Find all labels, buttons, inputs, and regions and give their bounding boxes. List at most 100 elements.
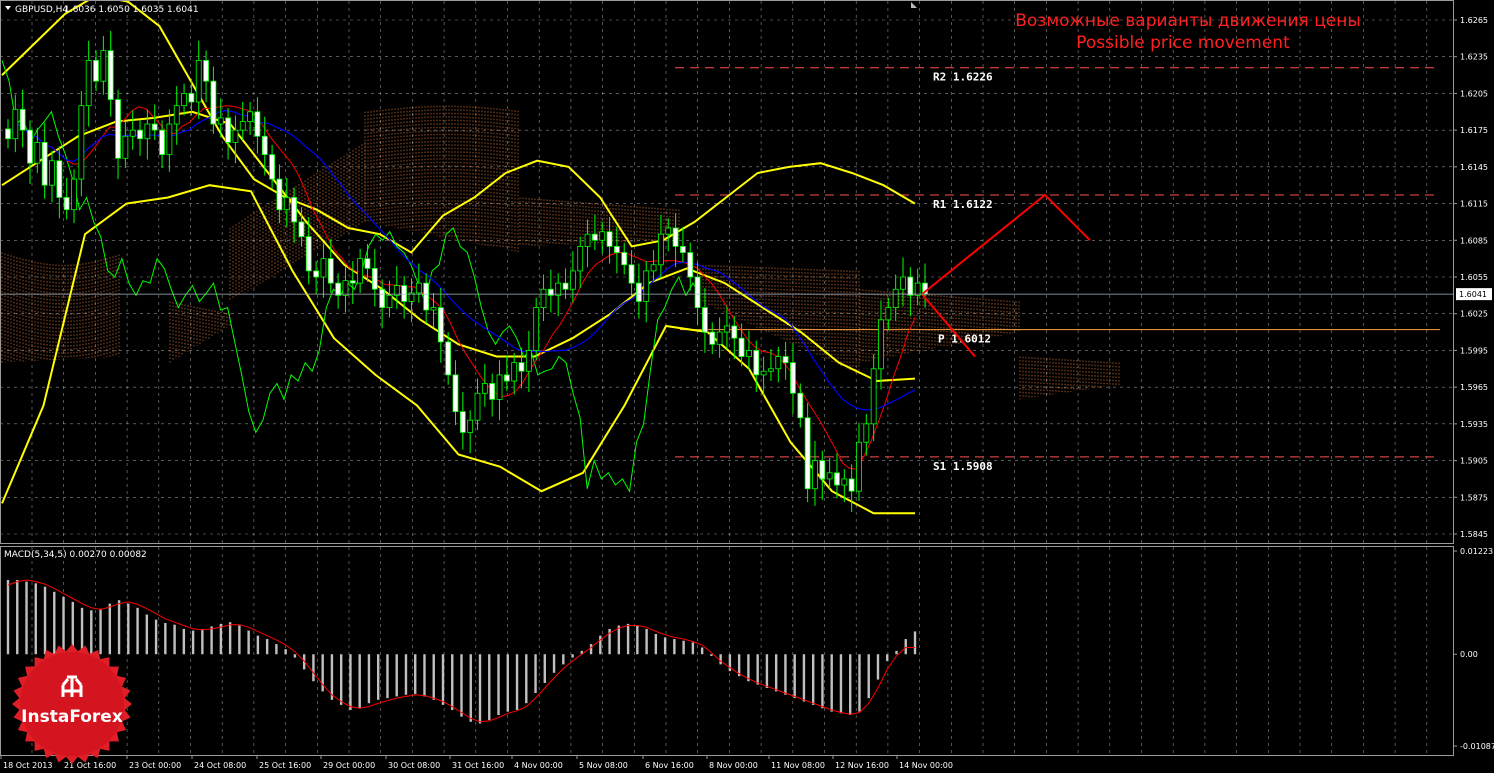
time-tick-label: 30 Oct 08:00 <box>388 761 440 770</box>
macd-histogram-bar <box>219 623 223 655</box>
macd-histogram-bar <box>645 628 648 655</box>
candle-body <box>900 276 906 290</box>
macd-histogram-bar <box>802 654 806 702</box>
macd-histogram-bar <box>414 654 417 694</box>
macd-histogram-bar <box>43 586 47 655</box>
macd-histogram-bar <box>404 654 408 695</box>
candle-body <box>841 478 848 486</box>
candle-body <box>724 325 730 333</box>
time-tick-label: 31 Oct 16:00 <box>452 761 504 770</box>
macd-histogram-bar <box>99 608 102 655</box>
macd-histogram-bar <box>80 607 84 655</box>
candle-body <box>283 197 290 211</box>
time-tick-label: 14 Nov 00:00 <box>899 761 953 770</box>
candle-body <box>826 472 833 480</box>
candle-body <box>459 411 466 433</box>
candle-body <box>239 121 246 131</box>
macd-histogram-bar <box>16 579 19 655</box>
macd-histogram-bar <box>275 644 278 655</box>
macd-histogram-bar <box>506 654 509 712</box>
candle-body <box>599 231 606 241</box>
candle-body <box>386 294 393 308</box>
candle-body <box>254 111 261 137</box>
candle-body <box>181 93 187 107</box>
candle-body <box>753 350 760 376</box>
level-label-s1: S1 1.5908 <box>933 460 993 473</box>
price-tick-label: 1.5845 <box>1460 530 1488 539</box>
price-tick-label: 1.5995 <box>1460 346 1488 355</box>
candle-body <box>269 154 275 180</box>
logo-text: InstaForex <box>21 707 123 727</box>
candle-body <box>628 264 635 284</box>
macd-histogram-bar <box>478 654 482 724</box>
candle-body <box>100 50 107 82</box>
candle-body <box>569 270 576 290</box>
candle-body <box>137 129 143 140</box>
candle-body <box>474 392 481 421</box>
candle-body <box>232 129 239 143</box>
macd-histogram-bar <box>53 591 56 655</box>
candle-body <box>151 123 158 131</box>
macd-histogram-bar <box>247 630 250 655</box>
macd-histogram-bar <box>256 635 260 655</box>
macd-histogram-bar <box>811 654 815 705</box>
macd-histogram-bar <box>552 654 556 673</box>
candle-body <box>687 252 694 278</box>
level-label-r1: R1 1.6122 <box>933 198 993 211</box>
candle-body <box>892 288 899 308</box>
candle-body <box>5 128 11 140</box>
level-label-r2: R2 1.6226 <box>933 71 993 84</box>
price-tick-label: 1.6205 <box>1460 89 1488 98</box>
macd-histogram-bar <box>136 607 139 655</box>
candle-body <box>885 307 892 321</box>
candle-body <box>27 129 33 164</box>
candle-body <box>342 280 349 296</box>
candle-body <box>503 374 510 382</box>
candle-body <box>195 59 202 103</box>
macd-histogram-bar <box>358 654 361 709</box>
logo-disc <box>20 652 124 756</box>
macd-histogram-bar <box>62 596 65 655</box>
macd-histogram-bar <box>423 654 426 697</box>
candle-body <box>782 356 789 364</box>
time-tick-label: 25 Oct 16:00 <box>259 761 311 770</box>
candle-body <box>364 258 371 269</box>
macd-histogram-bar <box>238 625 241 655</box>
candle-body <box>834 472 840 486</box>
macd-histogram-bar <box>626 623 630 655</box>
candle-body <box>298 221 305 238</box>
candle-body <box>452 374 459 413</box>
candle-body <box>591 233 598 241</box>
macd-histogram-bar <box>441 654 445 705</box>
candle-body <box>423 282 430 311</box>
candle-body <box>760 370 767 376</box>
macd-histogram-bar <box>756 654 759 685</box>
candle-body <box>129 129 136 137</box>
candle-body <box>635 282 642 302</box>
annotation-ru: Возможные варианты движения цены <box>1015 11 1361 31</box>
macd-histogram-bar <box>904 639 907 655</box>
candle-body <box>709 331 716 345</box>
candle-body <box>511 362 518 382</box>
candle-body <box>173 105 180 125</box>
macd-histogram-bar <box>154 619 158 655</box>
candle-body <box>276 178 283 211</box>
chart-background <box>0 0 1494 773</box>
candle-body <box>584 233 591 247</box>
macd-histogram-bar <box>525 654 528 704</box>
candle-body <box>313 270 320 278</box>
time-tick-label: 11 Nov 08:00 <box>771 761 825 770</box>
candle-body <box>203 59 209 82</box>
candle-body <box>357 258 364 284</box>
chart-canvas[interactable]: R2 1.6226R1 1.6122P 1.6012S1 1.5908 1.62… <box>0 0 1494 773</box>
candle-body <box>775 356 782 370</box>
macd-histogram-bar <box>395 654 398 697</box>
macd-histogram-bar <box>747 654 750 682</box>
macd-histogram-bar <box>821 654 824 709</box>
macd-histogram-bar <box>700 647 704 655</box>
macd-histogram-bar <box>210 626 213 655</box>
macd-histogram-bar <box>599 635 602 655</box>
macd-histogram-bar <box>25 581 28 655</box>
ohlc-label: 1.6036 1.6050 1.6035 1.6041 <box>64 5 199 15</box>
macd-histogram-bar <box>201 628 204 655</box>
